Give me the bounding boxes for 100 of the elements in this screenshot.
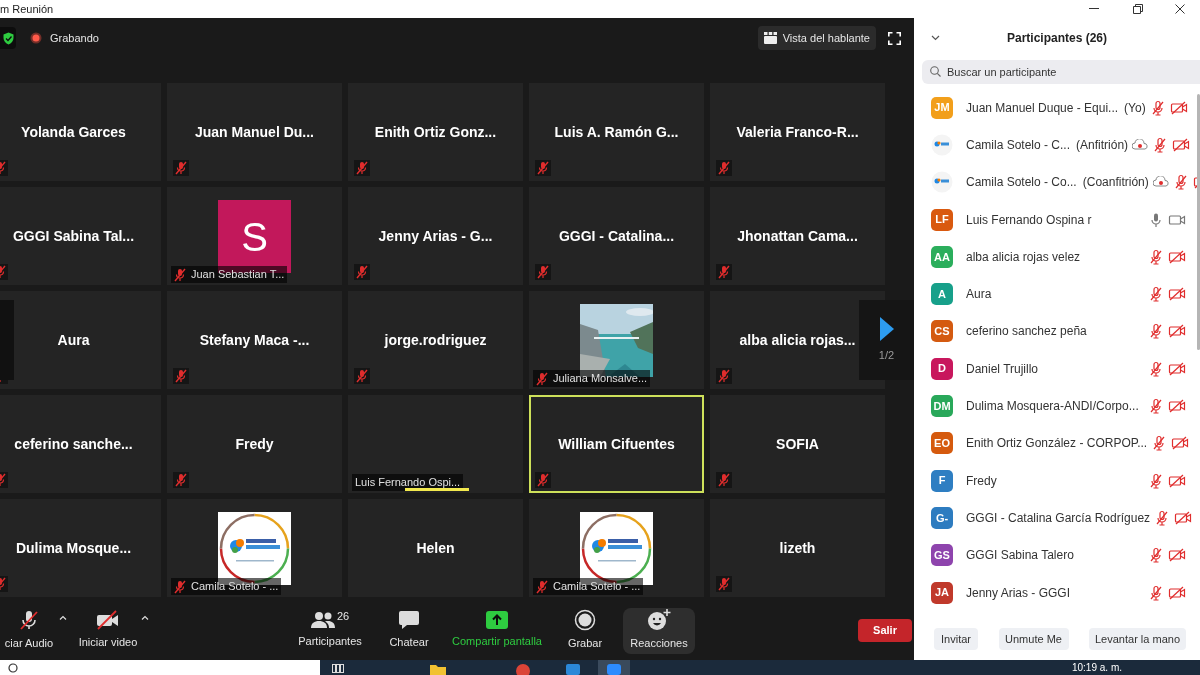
video-off-icon [1168,361,1186,376]
video-off-icon [1168,324,1186,339]
participant-name: Luis Fernando Ospina r [966,211,1092,229]
active-app-button[interactable] [598,660,630,675]
toolbar-button[interactable]: Iniciar video [76,607,140,654]
participant-row[interactable]: G- GGGI - Catalina García Rodríguez [914,499,1200,537]
mic-icon [1149,211,1163,228]
toolbar-button[interactable]: Reacciones [623,607,695,654]
initials-avatar: A [931,283,953,306]
participant-name: Camila Sotelo - ... [553,579,641,595]
participant-name: Juan Sebastian T... [191,267,285,283]
participant-name: Dulima Mosque... [15,538,132,558]
fullscreen-button[interactable] [886,30,902,46]
toolbar-button[interactable]: ciar Audio [0,607,58,654]
muted-mic-icon [1149,472,1163,489]
participant-name: Stefany Maca -... [199,330,310,350]
speaker-view-button[interactable]: Vista del hablante [757,26,876,50]
folder-icon[interactable] [430,664,446,675]
initials-avatar: CS [931,320,953,343]
panel-title: Participantes (26) [1006,30,1107,47]
participant-row[interactable]: D Daniel Trujillo [914,350,1200,388]
participant-name: Jenny Arias - GGGI [966,584,1071,602]
participant-name: Valeria Franco-R... [736,122,859,142]
participant-row[interactable]: EO Enith Ortiz González - CORPOP... [914,424,1200,462]
participant-row[interactable]: F Fredy [914,461,1200,500]
participant-row[interactable]: Camila Sotelo - C... (Anfitrión) [914,126,1200,164]
muted-mic-icon [536,579,548,594]
initials-avatar: JM [931,96,953,119]
swirl-logo-icon [931,133,953,156]
initials-avatar: GS [931,544,953,567]
participant-row[interactable]: JA Jenny Arias - GGGI [914,573,1200,612]
video-off-icon [1174,510,1193,525]
smiley-plus-icon [647,609,671,632]
participant-name: Luis Fernando Ospi... [355,475,461,491]
panel-button[interactable]: Levantar la mano [1089,628,1186,650]
muted-mic-icon [1152,435,1167,452]
participant-name: jorge.rodriguez [384,330,487,350]
participant-row[interactable]: LF Luis Fernando Ospina r [914,200,1200,239]
participant-name: Enith Ortiz González - CORPOP... [966,435,1148,453]
participant-name: Camila Sotelo - C... [966,136,1071,154]
initials-avatar: D [931,357,953,380]
participant-name: Camila Sotelo - ... [191,579,279,595]
participant-name: Jenny Arias - G... [378,226,493,246]
toolbar-button[interactable]: Chatear [384,607,434,654]
leave-button[interactable]: Salir [858,619,912,642]
restore-icon [1133,4,1143,14]
initials-avatar: F [931,469,953,492]
chevron-down-icon[interactable] [931,35,940,41]
muted-mic-icon [1153,136,1168,153]
participant-row[interactable]: A Aura [914,275,1200,313]
caret-icon [141,615,149,620]
video-off-icon [96,610,120,631]
muted-mic-icon [174,579,186,594]
panel-button[interactable]: Unmute Me [998,628,1069,650]
participant-name: Fredy [235,434,274,454]
muted-mic-icon [174,267,186,282]
participant-row[interactable]: AA alba alicia rojas velez [914,238,1200,276]
next-page-button[interactable]: 1/2 [859,300,914,380]
video-off-icon [1171,436,1190,451]
participant-row[interactable]: JM Juan Manuel Duque - Equi... (Yo) [914,89,1200,127]
toolbar-button[interactable]: Grabar [560,607,610,654]
security-badge[interactable] [0,27,16,49]
video-off-icon [1169,100,1188,115]
participant-count: 26 [336,611,350,623]
muted-mic-icon [1150,99,1165,116]
muted-mic-icon [1149,286,1163,303]
participant-row[interactable]: CS ceferino sanchez peña [914,312,1200,351]
participant-name: GGGI - Catalina... [558,226,675,246]
task-view-icon[interactable] [332,664,344,673]
participant-name: Helen [416,538,455,558]
participant-name: Dulima Mosquera-ANDI/Corpo... [966,398,1139,415]
muted-mic-icon [1149,547,1163,564]
participant-name: Juan Manuel Du... [195,122,314,142]
participant-name: Camila Sotelo - Co... [966,174,1077,192]
taskbar-search-field[interactable] [0,660,320,675]
caret-icon [59,615,67,620]
participant-row[interactable]: DM Dulima Mosquera-ANDI/Corpo... [914,387,1200,425]
muted-mic-icon [1149,360,1163,377]
muted-mic-icon [18,609,40,632]
participant-row[interactable]: GS GGGI Sabina Talero [914,536,1200,574]
video-off-icon [1168,473,1186,488]
initials-avatar: EO [931,432,953,455]
toolbar-button[interactable]: Compartir pantalla [447,607,547,654]
participant-name: Luis A. Ramón G... [554,122,679,142]
scrollbar[interactable] [1197,94,1200,350]
muted-mic-icon [1149,323,1163,340]
toolbar-button[interactable]: 26 Participantes [292,607,368,654]
participant-role: (Coanfitrión) [1082,174,1149,192]
video-off-icon [1168,548,1186,563]
participant-name: Enith Ortiz Gonz... [374,122,497,142]
browser-icon[interactable] [516,664,530,675]
muted-mic-icon [1149,398,1163,414]
panel-button[interactable]: Invitar [934,628,978,650]
search-field[interactable]: Buscar un participante [922,60,1200,84]
cloud-record-icon [1152,176,1169,189]
video-off-icon [1172,137,1191,152]
participant-name: Daniel Trujillo [966,360,1039,378]
close-icon [1175,4,1185,14]
participant-name: Aura [57,330,90,350]
video-app-icon [607,664,621,675]
